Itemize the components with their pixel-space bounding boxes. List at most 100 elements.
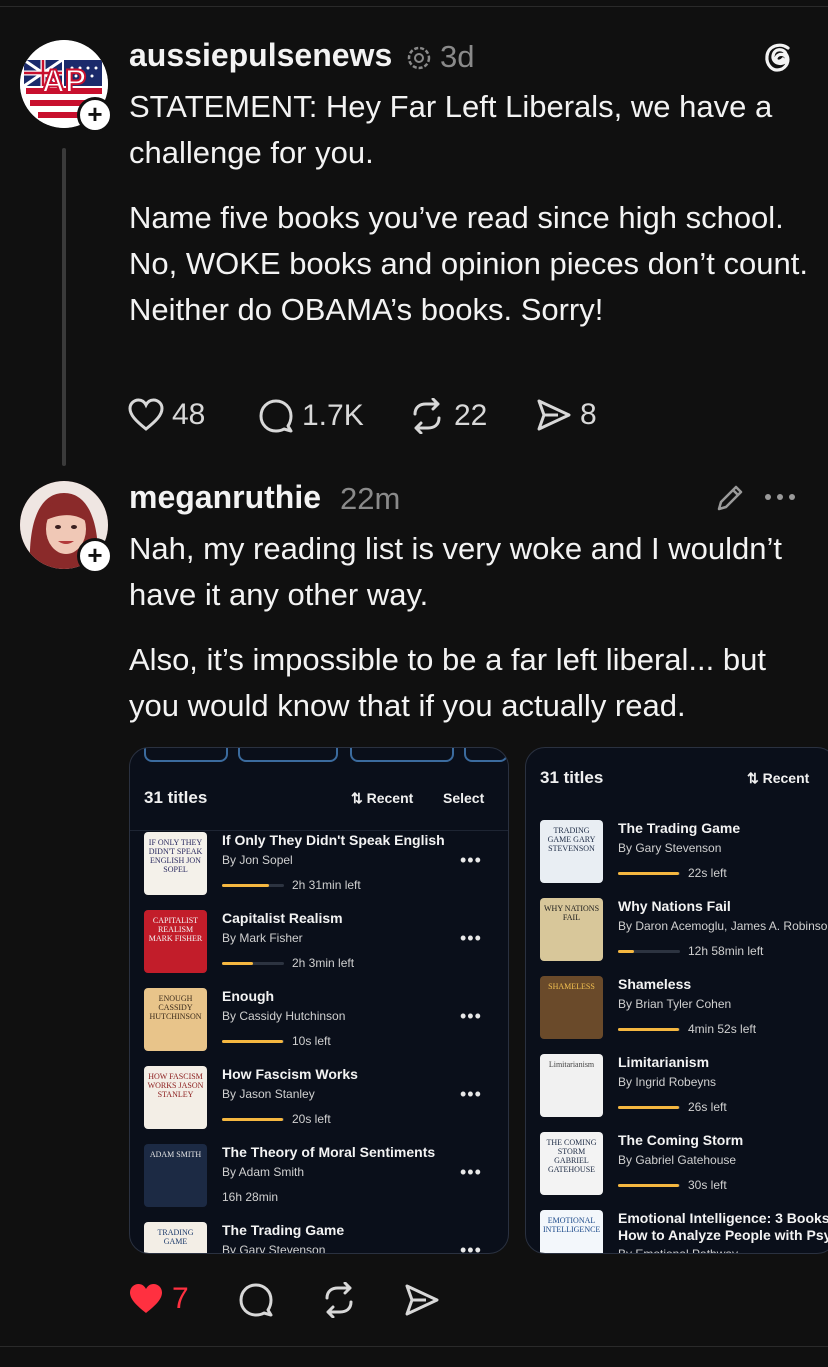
edit-pencil-icon[interactable] <box>714 482 746 519</box>
time-left: 16h 28min <box>222 1190 279 1204</box>
book-author: By Cassidy Hutchinson <box>222 1009 346 1023</box>
titles-count: 31 titles <box>540 768 604 787</box>
book-row[interactable]: Limitarianism Limitarianism By Ingrid Robe… <box>526 1054 828 1132</box>
reply-share-button[interactable] <box>404 1283 440 1317</box>
sort-recent-button[interactable]: ⇅ Recent <box>351 790 413 807</box>
book-row[interactable]: ADAM SMITH The Theory of Moral Sentiments… <box>130 1144 508 1222</box>
repost-count: 22 <box>454 399 488 432</box>
cover-text: TRADING GAME <box>157 1228 194 1246</box>
book-title-line-2: How to Analyze People with Psych... <box>618 1227 828 1243</box>
reply-button[interactable]: 1.7K <box>258 398 364 434</box>
book-row[interactable]: TRADING GAME The Trading Game By Gary Stev… <box>130 1222 508 1253</box>
reading-list-screenshot-right[interactable]: 31 titles ⇅ Recent TRADING GAME GARY STE… <box>525 747 828 1254</box>
reply-paragraph-2: Also, it’s impossible to be a far left l… <box>129 642 766 723</box>
more-options-icon[interactable] <box>762 487 798 512</box>
more-options-icon[interactable]: ••• <box>460 850 482 871</box>
more-options-icon[interactable]: ••• <box>460 1006 482 1027</box>
book-row[interactable]: EMOTIONAL INTELLIGENCE Emotional Intellig… <box>526 1210 828 1254</box>
book-row[interactable]: WHY NATIONS FAIL Why Nations Fail By Daron… <box>526 898 828 976</box>
book-title: The Trading Game <box>618 820 741 836</box>
progress-bar <box>222 884 284 887</box>
post-paragraph-1: STATEMENT: Hey Far Left Liberals, we hav… <box>129 89 773 170</box>
tab-outline <box>238 748 338 762</box>
time-left: 2h 31min left <box>292 878 361 892</box>
cover-text: THE COMING STORM GABRIEL GATEHOUSE <box>546 1138 597 1174</box>
cover-text: Limitarianism <box>548 1060 595 1069</box>
book-row[interactable]: THE COMING STORM GABRIEL GATEHOUSE The Co… <box>526 1132 828 1210</box>
comment-icon <box>259 399 293 433</box>
progress-bar <box>222 1118 284 1121</box>
cover-text: EMOTIONAL INTELLIGENCE <box>543 1216 601 1234</box>
reply-username[interactable]: meganruthie <box>129 479 321 516</box>
follow-plus-button[interactable]: + <box>77 97 113 133</box>
book-title: Emotional Intelligence: 3 Books in 1 <box>618 1210 828 1226</box>
svg-text:AP: AP <box>42 63 86 99</box>
reply-repost-button[interactable] <box>320 1282 358 1318</box>
threads-logo-icon[interactable] <box>762 40 796 79</box>
book-author: By Adam Smith <box>222 1165 305 1179</box>
book-cover: CAPITALIST REALISM MARK FISHER <box>144 910 207 973</box>
book-row[interactable]: HOW FASCISM WORKS JASON STANLEY How Fasci… <box>130 1066 508 1144</box>
book-author: By Gabriel Gatehouse <box>618 1153 737 1167</box>
book-cover: WHY NATIONS FAIL <box>540 898 603 961</box>
comment-icon <box>239 1283 273 1317</box>
heart-filled-icon <box>130 1284 162 1313</box>
time-left: 2h 3min left <box>292 956 355 970</box>
like-button[interactable]: 48 <box>128 398 205 432</box>
book-author: By Brian Tyler Cohen <box>618 997 732 1011</box>
top-divider <box>0 6 828 7</box>
book-cover: Limitarianism <box>540 1054 603 1117</box>
cover-text: HOW FASCISM WORKS JASON STANLEY <box>147 1072 204 1099</box>
repost-icon <box>325 1282 353 1318</box>
progress-fill <box>618 1106 680 1109</box>
post-username[interactable]: aussiepulsenews <box>129 37 392 74</box>
reply-like-button[interactable]: 7 <box>128 1282 189 1316</box>
progress-fill <box>222 1040 284 1043</box>
reading-list-screenshot-left[interactable]: 31 titles ⇅ Recent Select IF ONLY THEY D… <box>129 747 509 1254</box>
book-title: Shameless <box>618 976 692 992</box>
book-row[interactable]: TRADING GAME GARY STEVENSON The Trading G… <box>526 820 828 898</box>
reply-timestamp: 22m <box>340 481 401 516</box>
book-row[interactable]: ENOUGH CASSIDY HUTCHINSON Enough By Cassid… <box>130 988 508 1066</box>
follow-plus-button-2[interactable]: + <box>77 538 113 574</box>
book-cover: TRADING GAME <box>144 1222 207 1253</box>
share-count: 8 <box>580 398 597 431</box>
progress-fill <box>222 1118 284 1121</box>
cover-text: TRADING GAME GARY STEVENSON <box>547 826 596 853</box>
list-divider <box>130 830 508 831</box>
progress-bar <box>618 1184 680 1187</box>
tab-outline <box>464 748 508 762</box>
book-title: Why Nations Fail <box>618 898 731 914</box>
book-row[interactable]: CAPITALIST REALISM MARK FISHER Capitalist… <box>130 910 508 988</box>
repost-button[interactable]: 22 <box>408 398 487 434</box>
more-options-icon[interactable]: ••• <box>460 928 482 949</box>
select-button[interactable]: Select <box>443 790 484 806</box>
progress-fill <box>618 950 634 953</box>
send-icon <box>405 1284 439 1316</box>
book-author: By Gary Stevenson <box>618 841 722 855</box>
post-paragraph-2: Name five books you’ve read since high s… <box>129 200 808 327</box>
book-author: By Daron Acemoglu, James A. Robinson <box>618 919 828 933</box>
reply-comment-button[interactable] <box>238 1282 274 1318</box>
progress-bar <box>618 950 680 953</box>
book-title: The Trading Game <box>222 1222 345 1238</box>
more-options-icon[interactable]: ••• <box>460 1240 482 1253</box>
more-options-icon[interactable]: ••• <box>460 1162 482 1183</box>
cover-text: IF ONLY THEY DIDN'T SPEAK ENGLISH JON SO… <box>148 838 203 874</box>
book-row[interactable]: SHAMELESS Shameless By Brian Tyler Cohen 4m… <box>526 976 828 1054</box>
verified-icon <box>406 45 432 76</box>
book-cover: ADAM SMITH <box>144 1144 207 1207</box>
time-left: 22s left <box>688 866 727 880</box>
cover-text: WHY NATIONS FAIL <box>543 904 600 922</box>
tab-outline <box>350 748 454 762</box>
more-options-icon[interactable]: ••• <box>460 1084 482 1105</box>
book-title: Limitarianism <box>618 1054 710 1070</box>
book-row[interactable]: IF ONLY THEY DIDN'T SPEAK ENGLISH JON SO… <box>130 832 508 910</box>
progress-fill <box>618 1028 680 1031</box>
heart-icon <box>128 398 164 431</box>
book-author: By Emotional Pathway <box>618 1247 739 1254</box>
progress-fill <box>222 962 253 965</box>
book-cover: THE COMING STORM GABRIEL GATEHOUSE <box>540 1132 603 1195</box>
sort-recent-button[interactable]: ⇅ Recent <box>747 770 809 787</box>
share-button[interactable]: 8 <box>536 398 597 432</box>
